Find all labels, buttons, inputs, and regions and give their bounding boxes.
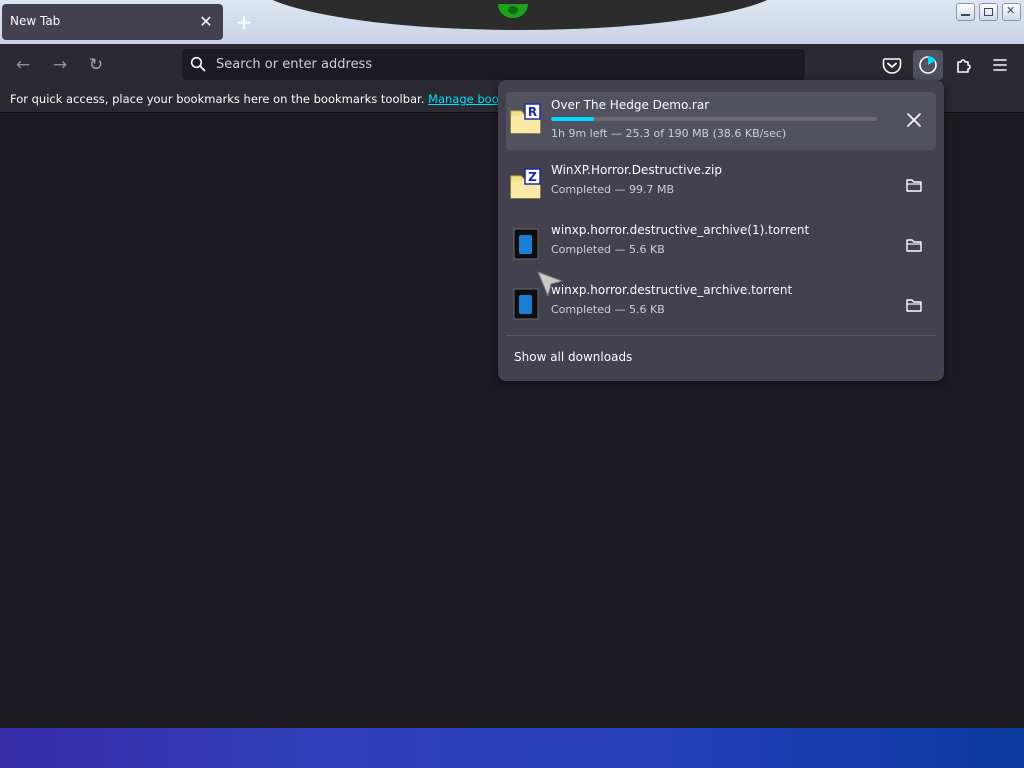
search-icon bbox=[190, 56, 206, 72]
download-status: Completed — 5.6 KB bbox=[551, 243, 665, 256]
download-filename: Over The Hedge Demo.rar bbox=[551, 98, 710, 112]
reload-icon[interactable]: ↻ bbox=[83, 52, 109, 78]
download-filename: WinXP.Horror.Destructive.zip bbox=[551, 163, 722, 177]
tab-strip: New Tab ✕ + bbox=[0, 0, 1024, 44]
download-item[interactable]: winxp.horror.destructive_archive(1).torr… bbox=[506, 217, 936, 275]
arrow-left-icon[interactable]: ← bbox=[10, 52, 36, 78]
download-badge: Z bbox=[528, 170, 537, 184]
pocket-icon[interactable] bbox=[877, 50, 907, 80]
rar-archive-icon: R bbox=[510, 103, 541, 134]
download-filename: winxp.horror.destructive_archive(1).torr… bbox=[551, 223, 810, 237]
tab-close-icon[interactable]: ✕ bbox=[195, 11, 217, 33]
torrent-file-icon bbox=[513, 228, 539, 260]
folder-icon[interactable] bbox=[900, 171, 928, 199]
downloads-icon[interactable] bbox=[913, 50, 943, 80]
address-bar[interactable] bbox=[182, 49, 805, 80]
mouse-cursor-icon bbox=[537, 271, 563, 297]
bookmarks-hint: For quick access, place your bookmarks h… bbox=[10, 92, 552, 106]
arrow-right-icon[interactable]: → bbox=[47, 52, 73, 78]
downloads-panel: R Over The Hedge Demo.rar 1h 9m left — 2… bbox=[498, 80, 944, 381]
folder-icon[interactable] bbox=[900, 231, 928, 259]
taskbar bbox=[0, 728, 1024, 768]
menu-icon[interactable] bbox=[985, 50, 1015, 80]
zip-archive-icon: Z bbox=[510, 168, 541, 199]
tab-title: New Tab bbox=[10, 14, 61, 28]
bookmarks-hint-text: For quick access, place your bookmarks h… bbox=[10, 92, 425, 106]
download-progress-fill bbox=[551, 117, 595, 121]
download-filename: winxp.horror.destructive_archive.torrent bbox=[551, 283, 793, 297]
download-item[interactable]: winxp.horror.destructive_archive.torrent… bbox=[506, 277, 936, 335]
download-progress-bar bbox=[551, 117, 877, 121]
maximize-icon[interactable] bbox=[979, 3, 998, 21]
close-icon[interactable] bbox=[1002, 3, 1021, 21]
panel-separator bbox=[506, 335, 936, 336]
extensions-icon[interactable] bbox=[949, 50, 979, 80]
minimize-icon[interactable] bbox=[956, 3, 975, 21]
search-input[interactable] bbox=[216, 53, 776, 75]
download-item[interactable]: Z WinXP.Horror.Destructive.zip Completed… bbox=[506, 157, 936, 215]
folder-icon[interactable] bbox=[900, 291, 928, 319]
show-all-downloads-button[interactable]: Show all downloads bbox=[506, 342, 936, 372]
download-item[interactable]: R Over The Hedge Demo.rar 1h 9m left — 2… bbox=[506, 92, 936, 150]
download-status: Completed — 99.7 MB bbox=[551, 183, 675, 196]
download-status: 1h 9m left — 25.3 of 190 MB (38.6 KB/sec… bbox=[551, 127, 787, 140]
tab-new-tab[interactable]: New Tab ✕ bbox=[2, 4, 223, 40]
download-status: Completed — 5.6 KB bbox=[551, 303, 665, 316]
show-all-downloads-label: Show all downloads bbox=[514, 350, 633, 364]
download-badge: R bbox=[528, 105, 537, 119]
new-tab-button[interactable]: + bbox=[232, 10, 256, 34]
cancel-icon[interactable] bbox=[900, 106, 928, 134]
